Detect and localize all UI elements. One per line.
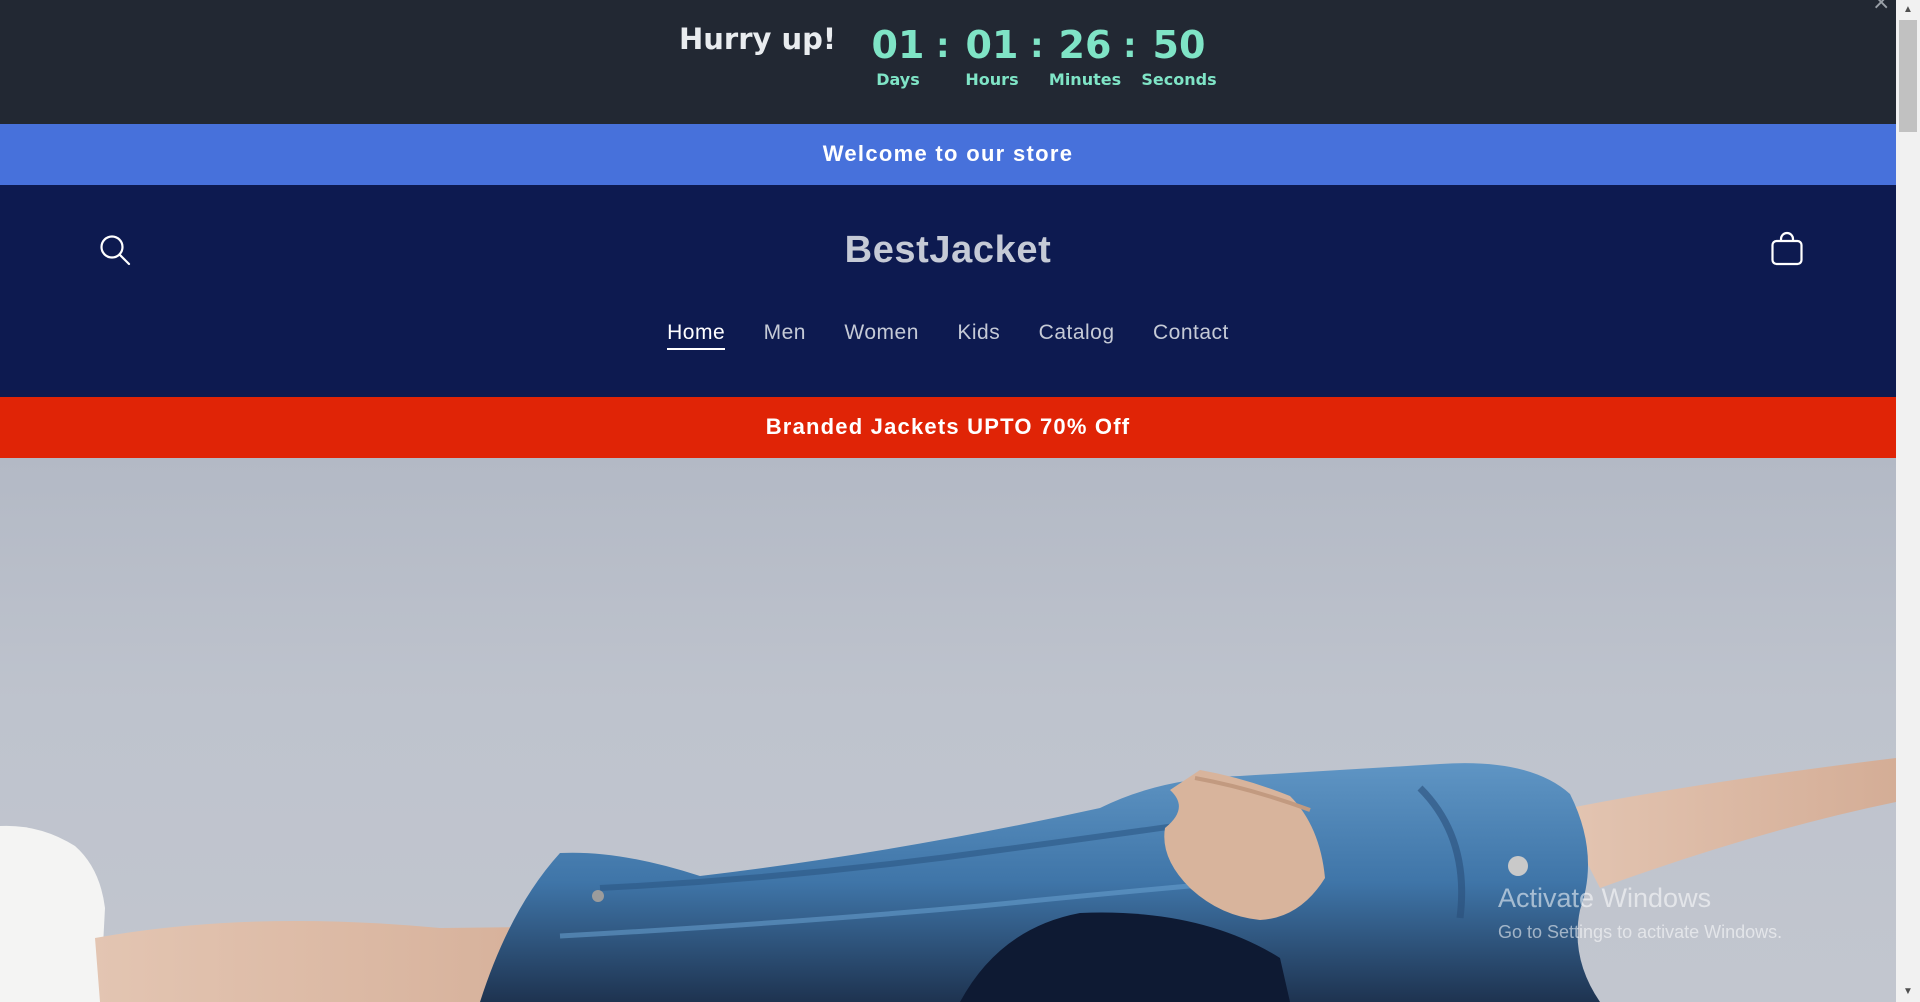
main-navigation: Home Men Women Kids Catalog Contact: [0, 321, 1896, 350]
countdown-bar: Hurry up! 01 Days : 01 Hours : 26 Minute…: [0, 0, 1896, 124]
countdown-days-label: Days: [876, 70, 920, 89]
countdown-days-value: 01: [871, 23, 925, 67]
nav-item-men[interactable]: Men: [764, 321, 806, 348]
countdown-minutes-label: Minutes: [1048, 70, 1122, 89]
scroll-down-arrow-icon[interactable]: ▼: [1896, 982, 1920, 1002]
announcement-text: Welcome to our store: [822, 141, 1074, 166]
countdown-minutes: 26 Minutes: [1040, 22, 1130, 90]
nav-item-kids[interactable]: Kids: [957, 321, 1000, 348]
store-page: Hurry up! 01 Days : 01 Hours : 26 Minute…: [0, 0, 1896, 1002]
scroll-thumb[interactable]: [1899, 20, 1917, 132]
hero-image: [0, 458, 1896, 1002]
countdown-hours: 01 Hours: [947, 22, 1037, 90]
promo-bar: Branded Jackets UPTO 70% Off: [0, 397, 1896, 458]
close-icon[interactable]: ×: [1872, 0, 1890, 15]
vertical-scrollbar[interactable]: ▲ ▼: [1896, 0, 1920, 1002]
announcement-bar: Welcome to our store: [0, 124, 1896, 185]
countdown-seconds-label: Seconds: [1141, 70, 1217, 89]
nav-item-contact[interactable]: Contact: [1153, 321, 1229, 348]
nav-item-home[interactable]: Home: [667, 321, 726, 350]
countdown-minutes-value: 26: [1058, 23, 1112, 67]
scroll-up-arrow-icon[interactable]: ▲: [1896, 0, 1920, 20]
cart-icon[interactable]: [1770, 231, 1804, 267]
countdown-hours-value: 01: [965, 23, 1019, 67]
site-header: BestJacket Home Men Women Kids Catalog C…: [0, 185, 1896, 397]
countdown-seconds-value: 50: [1152, 23, 1206, 67]
nav-item-catalog[interactable]: Catalog: [1039, 321, 1115, 348]
windows-activation-title: Activate Windows: [1498, 883, 1712, 913]
windows-activation-subtitle: Go to Settings to activate Windows.: [1498, 922, 1783, 942]
countdown-days: 01 Days: [853, 22, 943, 90]
countdown-seconds: 50 Seconds: [1134, 22, 1224, 90]
hero-photo: [0, 758, 1896, 1002]
nav-item-women[interactable]: Women: [844, 321, 918, 348]
store-logo[interactable]: BestJacket: [0, 229, 1896, 272]
countdown-headline: Hurry up!: [679, 22, 837, 56]
countdown-hours-label: Hours: [965, 70, 1019, 89]
promo-text[interactable]: Branded Jackets UPTO 70% Off: [766, 414, 1131, 440]
